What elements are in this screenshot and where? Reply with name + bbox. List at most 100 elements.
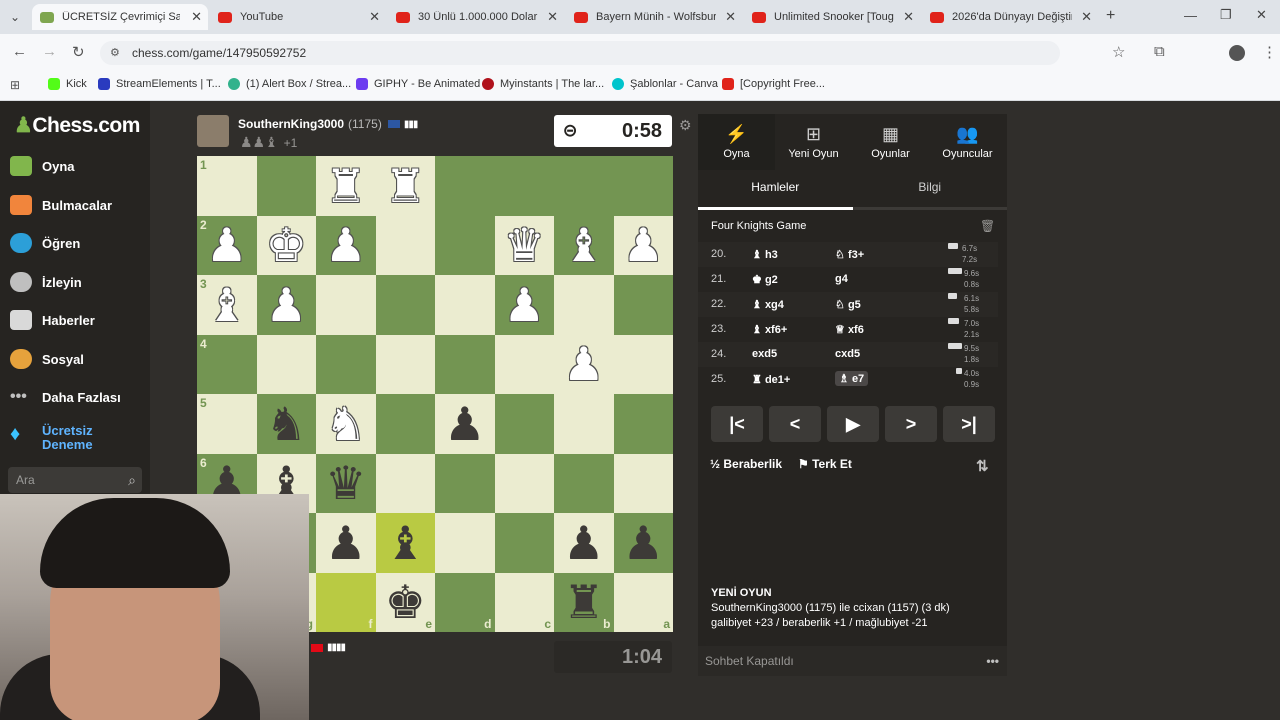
square-e7[interactable]: ♝ [375,513,435,573]
square-h4[interactable]: 4 [197,334,257,394]
tab-oyuncular[interactable]: 👥 Oyuncular [929,114,1006,170]
square-c7[interactable] [494,513,554,573]
square-d5[interactable]: ♟ [435,394,495,454]
tab-yeni-oyun[interactable]: ⊞ Yeni Oyun [775,114,852,170]
white-move[interactable]: ♚ g2 [752,273,778,286]
square-c8[interactable]: c [494,572,554,632]
square-e4[interactable] [375,334,435,394]
white-bishop-piece[interactable]: ♝ [206,282,247,328]
reload-icon[interactable]: ↻ [72,43,85,61]
square-g2[interactable]: ♚ [256,215,316,275]
tab-hamleler[interactable]: Hamleler [698,170,853,210]
square-d7[interactable] [435,513,495,573]
bookmark-copyright-free[interactable]: [Copyright Free... [722,78,825,90]
url-field[interactable]: ⚙ chess.com/game/147950592752 [100,41,1060,65]
bookmark-streamelements[interactable]: StreamElements | T... [98,78,221,90]
square-b5[interactable] [554,394,614,454]
close-tab-icon[interactable]: ✕ [369,9,380,25]
black-move[interactable]: cxd5 [835,348,860,360]
black-move-current[interactable]: ♗ e7 [835,371,869,386]
close-tab-icon[interactable]: ✕ [547,9,558,25]
minimize-icon[interactable]: — [1184,8,1197,23]
profile-avatar[interactable] [1229,45,1245,61]
square-g3[interactable]: ♟ [256,275,316,335]
top-player-name[interactable]: SouthernKing3000 [238,117,344,131]
square-b4[interactable]: ♟ [554,334,614,394]
extensions-icon[interactable]: ⧉ [1154,43,1165,60]
black-pawn-piece[interactable]: ♟ [325,520,366,566]
square-h1[interactable]: 1 [197,156,257,216]
new-tab-icon[interactable]: + [1106,7,1115,25]
more-options-icon[interactable]: ••• [986,646,999,676]
previous-move-button[interactable]: < [769,406,821,442]
close-tab-icon[interactable]: ✕ [903,9,914,25]
opponent-avatar[interactable] [197,115,229,147]
tab-bilgi[interactable]: Bilgi [852,170,1007,210]
white-bishop-piece[interactable]: ♝ [563,222,604,268]
sidebar-search-input[interactable]: Ara ⌕ [8,467,142,493]
square-e6[interactable] [375,453,435,513]
next-move-button[interactable]: > [885,406,937,442]
square-d3[interactable] [435,275,495,335]
square-c1[interactable] [494,156,554,216]
square-c4[interactable] [494,334,554,394]
square-c3[interactable]: ♟ [494,275,554,335]
black-king-piece[interactable]: ♚ [385,579,426,625]
apps-grid-icon[interactable]: ⊞ [10,78,20,92]
white-pawn-piece[interactable]: ♟ [504,282,545,328]
square-b3[interactable] [554,275,614,335]
bookmark-alertbox[interactable]: (1) Alert Box / Strea... [228,78,351,90]
square-g4[interactable] [256,334,316,394]
bookmark-giphy[interactable]: GIPHY - Be Animated [356,78,480,90]
tab-oyunlar[interactable]: ▦ Oyunlar [852,114,929,170]
play-moves-button[interactable]: ▶ [827,406,879,442]
square-a6[interactable] [613,453,673,513]
search-icon[interactable]: ⌕ [128,467,136,493]
browser-tab-video-3[interactable]: Unlimited Snooker [Tough ✕ [744,4,920,30]
square-b1[interactable] [554,156,614,216]
bookmark-canva[interactable]: Şablonlar - Canva [612,78,718,90]
back-icon[interactable]: ← [12,43,27,60]
black-pawn-piece[interactable]: ♟ [623,520,664,566]
black-bishop-piece[interactable]: ♝ [385,520,426,566]
black-pawn-piece[interactable]: ♟ [444,401,485,447]
close-tab-icon[interactable]: ✕ [191,9,202,25]
square-b2[interactable]: ♝ [554,215,614,275]
browser-menu-icon[interactable]: ⋮ [1262,43,1277,61]
sidebar-item-ogren[interactable]: Öğren [10,233,80,253]
first-move-button[interactable]: |< [711,406,763,442]
white-pawn-piece[interactable]: ♟ [266,282,307,328]
square-e1[interactable]: ♜ [375,156,435,216]
black-knight-piece[interactable]: ♞ [266,401,307,447]
sidebar-item-daha-fazlasi[interactable]: ••• Daha Fazlası [10,387,121,407]
tab-oyna[interactable]: ⚡ Oyna [698,114,775,170]
square-h5[interactable]: 5 [197,394,257,454]
white-pawn-piece[interactable]: ♟ [623,222,664,268]
close-tab-icon[interactable]: ✕ [725,9,736,25]
square-d6[interactable] [435,453,495,513]
square-a5[interactable] [613,394,673,454]
square-c6[interactable] [494,453,554,513]
white-move[interactable]: ♜ de1+ [752,373,790,386]
draw-button[interactable]: ½ Beraberlik [710,457,782,471]
white-queen-piece[interactable]: ♛ [504,222,545,268]
square-d1[interactable] [435,156,495,216]
sidebar-item-haberler[interactable]: Haberler [10,310,95,330]
square-f5[interactable]: ♞ [316,394,376,454]
sidebar-item-oyna[interactable]: Oyna [10,156,75,176]
square-g5[interactable]: ♞ [256,394,316,454]
white-pawn-piece[interactable]: ♟ [563,341,604,387]
square-e3[interactable] [375,275,435,335]
white-move[interactable]: ♝ xf6+ [752,323,787,336]
square-f1[interactable]: ♜ [316,156,376,216]
square-a7[interactable]: ♟ [613,513,673,573]
square-h3[interactable]: 3 ♝ [197,275,257,335]
square-e2[interactable] [375,215,435,275]
forward-icon[interactable]: → [42,43,57,60]
square-b7[interactable]: ♟ [554,513,614,573]
square-f2[interactable]: ♟ [316,215,376,275]
sidebar-item-sosyal[interactable]: Sosyal [10,349,84,369]
white-king-piece[interactable]: ♚ [266,222,307,268]
square-e8[interactable]: e ♚ [375,572,435,632]
black-move[interactable]: ♘ f3+ [835,248,864,261]
